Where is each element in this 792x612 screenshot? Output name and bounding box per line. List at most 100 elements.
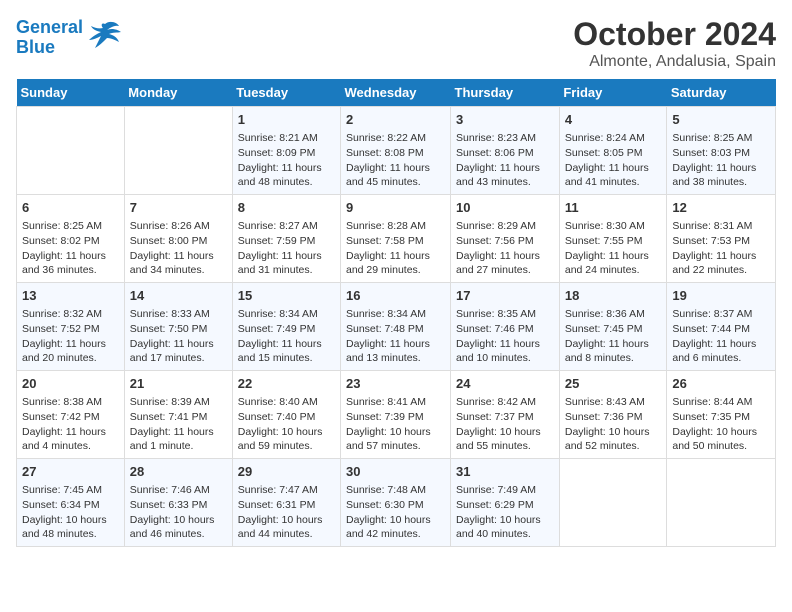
sunset: Sunset: 7:48 PM [346,323,424,335]
day-number: 6 [22,199,119,217]
daylight: Daylight: 11 hours and 15 minutes. [238,338,322,365]
sunrise: Sunrise: 8:23 AM [456,132,536,144]
day-number: 20 [22,375,119,393]
day-number: 15 [238,287,335,305]
calendar-cell: 11 Sunrise: 8:30 AM Sunset: 7:55 PM Dayl… [559,195,667,283]
calendar-cell: 19 Sunrise: 8:37 AM Sunset: 7:44 PM Dayl… [667,283,776,371]
day-number: 22 [238,375,335,393]
day-number: 23 [346,375,445,393]
daylight: Daylight: 11 hours and 27 minutes. [456,250,540,277]
calendar-cell [667,459,776,547]
calendar-cell: 15 Sunrise: 8:34 AM Sunset: 7:49 PM Dayl… [232,283,340,371]
header-row: SundayMondayTuesdayWednesdayThursdayFrid… [17,79,776,107]
day-number: 27 [22,463,119,481]
calendar-cell: 1 Sunrise: 8:21 AM Sunset: 8:09 PM Dayli… [232,107,340,195]
calendar-cell [124,107,232,195]
header-cell-sunday: Sunday [17,79,125,107]
day-number: 3 [456,111,554,129]
day-number: 25 [565,375,662,393]
calendar-cell: 23 Sunrise: 8:41 AM Sunset: 7:39 PM Dayl… [341,371,451,459]
page-title: October 2024 [573,16,776,53]
calendar-cell: 17 Sunrise: 8:35 AM Sunset: 7:46 PM Dayl… [451,283,560,371]
logo-text: GeneralBlue [16,18,83,58]
daylight: Daylight: 10 hours and 40 minutes. [456,514,541,541]
day-number: 14 [130,287,227,305]
day-number: 5 [672,111,770,129]
day-number: 8 [238,199,335,217]
sunrise: Sunrise: 8:25 AM [22,220,102,232]
calendar-cell [559,459,667,547]
sunrise: Sunrise: 8:30 AM [565,220,645,232]
sunset: Sunset: 7:59 PM [238,235,316,247]
sunrise: Sunrise: 8:36 AM [565,308,645,320]
calendar-cell: 3 Sunrise: 8:23 AM Sunset: 8:06 PM Dayli… [451,107,560,195]
header-cell-friday: Friday [559,79,667,107]
day-number: 31 [456,463,554,481]
sunrise: Sunrise: 8:25 AM [672,132,752,144]
sunrise: Sunrise: 7:46 AM [130,484,210,496]
sunset: Sunset: 6:34 PM [22,499,100,511]
daylight: Daylight: 11 hours and 36 minutes. [22,250,106,277]
sunrise: Sunrise: 8:21 AM [238,132,318,144]
sunrise: Sunrise: 8:22 AM [346,132,426,144]
page-header: GeneralBlue October 2024 Almonte, Andalu… [16,16,776,71]
day-number: 2 [346,111,445,129]
sunrise: Sunrise: 8:37 AM [672,308,752,320]
calendar-cell: 9 Sunrise: 8:28 AM Sunset: 7:58 PM Dayli… [341,195,451,283]
sunrise: Sunrise: 8:42 AM [456,396,536,408]
sunrise: Sunrise: 8:40 AM [238,396,318,408]
daylight: Daylight: 11 hours and 34 minutes. [130,250,214,277]
sunset: Sunset: 7:55 PM [565,235,643,247]
page-subtitle: Almonte, Andalusia, Spain [573,53,776,71]
day-number: 10 [456,199,554,217]
day-number: 13 [22,287,119,305]
day-number: 7 [130,199,227,217]
sunrise: Sunrise: 8:24 AM [565,132,645,144]
day-number: 24 [456,375,554,393]
title-block: October 2024 Almonte, Andalusia, Spain [573,16,776,71]
sunset: Sunset: 7:36 PM [565,411,643,423]
day-number: 26 [672,375,770,393]
day-number: 4 [565,111,662,129]
calendar-cell: 27 Sunrise: 7:45 AM Sunset: 6:34 PM Dayl… [17,459,125,547]
header-cell-tuesday: Tuesday [232,79,340,107]
sunrise: Sunrise: 7:47 AM [238,484,318,496]
sunrise: Sunrise: 7:49 AM [456,484,536,496]
sunset: Sunset: 7:46 PM [456,323,534,335]
sunset: Sunset: 7:39 PM [346,411,424,423]
daylight: Daylight: 11 hours and 31 minutes. [238,250,322,277]
daylight: Daylight: 11 hours and 38 minutes. [672,162,756,189]
sunset: Sunset: 8:02 PM [22,235,100,247]
sunrise: Sunrise: 8:38 AM [22,396,102,408]
sunset: Sunset: 7:42 PM [22,411,100,423]
calendar-cell: 6 Sunrise: 8:25 AM Sunset: 8:02 PM Dayli… [17,195,125,283]
daylight: Daylight: 10 hours and 52 minutes. [565,426,650,453]
calendar-cell [17,107,125,195]
sunset: Sunset: 8:03 PM [672,147,750,159]
sunset: Sunset: 7:49 PM [238,323,316,335]
sunset: Sunset: 6:31 PM [238,499,316,511]
daylight: Daylight: 11 hours and 41 minutes. [565,162,649,189]
sunset: Sunset: 6:29 PM [456,499,534,511]
daylight: Daylight: 10 hours and 55 minutes. [456,426,541,453]
header-cell-saturday: Saturday [667,79,776,107]
calendar-week-5: 27 Sunrise: 7:45 AM Sunset: 6:34 PM Dayl… [17,459,776,547]
calendar-table: SundayMondayTuesdayWednesdayThursdayFrid… [16,79,776,547]
calendar-cell: 10 Sunrise: 8:29 AM Sunset: 7:56 PM Dayl… [451,195,560,283]
day-number: 11 [565,199,662,217]
daylight: Daylight: 10 hours and 59 minutes. [238,426,323,453]
daylight: Daylight: 11 hours and 48 minutes. [238,162,322,189]
calendar-cell: 20 Sunrise: 8:38 AM Sunset: 7:42 PM Dayl… [17,371,125,459]
sunset: Sunset: 6:33 PM [130,499,208,511]
calendar-cell: 28 Sunrise: 7:46 AM Sunset: 6:33 PM Dayl… [124,459,232,547]
calendar-cell: 18 Sunrise: 8:36 AM Sunset: 7:45 PM Dayl… [559,283,667,371]
sunset: Sunset: 8:05 PM [565,147,643,159]
sunset: Sunset: 6:30 PM [346,499,424,511]
calendar-cell: 30 Sunrise: 7:48 AM Sunset: 6:30 PM Dayl… [341,459,451,547]
daylight: Daylight: 11 hours and 4 minutes. [22,426,106,453]
sunrise: Sunrise: 8:34 AM [238,308,318,320]
daylight: Daylight: 11 hours and 29 minutes. [346,250,430,277]
daylight: Daylight: 10 hours and 44 minutes. [238,514,323,541]
sunrise: Sunrise: 8:28 AM [346,220,426,232]
daylight: Daylight: 11 hours and 8 minutes. [565,338,649,365]
